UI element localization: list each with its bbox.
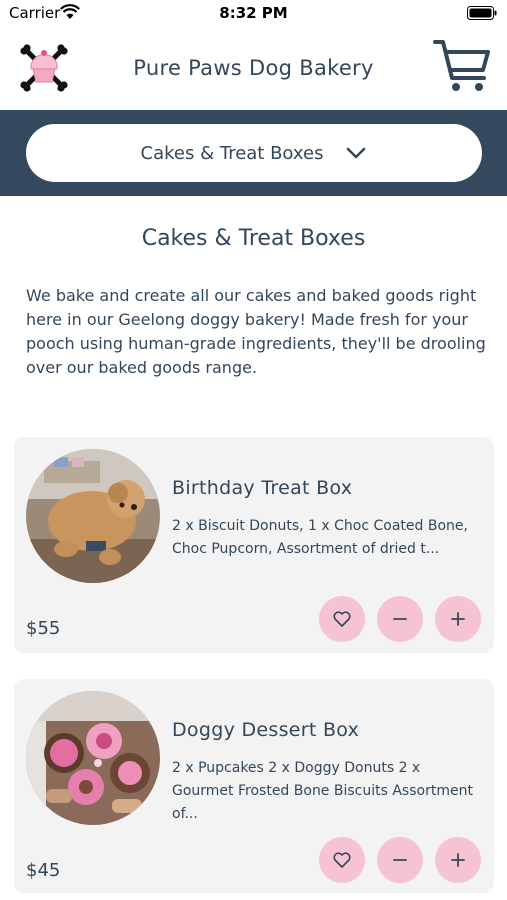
category-dropdown-label: Cakes & Treat Boxes	[140, 142, 324, 164]
increase-quantity-button[interactable]	[435, 596, 481, 642]
status-time: 8:32 PM	[219, 4, 288, 22]
product-price: $55	[26, 618, 61, 639]
favorite-button[interactable]	[319, 837, 365, 883]
decrease-quantity-button[interactable]	[377, 837, 423, 883]
decrease-quantity-button[interactable]	[377, 596, 423, 642]
chevron-down-icon	[347, 147, 366, 159]
category-dropdown[interactable]: Cakes & Treat Boxes	[26, 124, 482, 182]
category-band: Cakes & Treat Boxes	[0, 110, 507, 196]
product-description: 2 x Biscuit Donuts, 1 x Choc Coated Bone…	[172, 518, 468, 557]
increase-quantity-button[interactable]	[435, 837, 481, 883]
heart-icon	[333, 611, 351, 627]
product-description: 2 x Pupcakes 2 x Doggy Donuts 2 x Gourme…	[172, 760, 473, 822]
plus-icon	[451, 853, 465, 867]
product-image-dog	[26, 449, 160, 583]
product-name: Doggy Dessert Box	[172, 719, 360, 741]
minus-icon	[393, 618, 407, 620]
product-price: $45	[26, 860, 61, 881]
heart-icon	[333, 852, 351, 868]
battery-icon	[467, 6, 497, 20]
plus-icon	[451, 612, 465, 626]
cart-button[interactable]	[433, 38, 491, 94]
app-header: Pure Paws Dog Bakery	[0, 28, 507, 110]
page-title: Cakes & Treat Boxes	[141, 226, 366, 251]
cart-icon	[433, 40, 490, 91]
page-intro: We bake and create all our cakes and bak…	[26, 286, 486, 377]
favorite-button[interactable]	[319, 596, 365, 642]
product-card[interactable]: Doggy Dessert Box 2 x Pupcakes 2 x Doggy…	[14, 679, 494, 893]
minus-icon	[393, 859, 407, 861]
product-name: Birthday Treat Box	[172, 477, 353, 499]
app-title: Pure Paws Dog Bakery	[133, 56, 374, 80]
product-image-dessert	[26, 691, 160, 825]
product-card[interactable]: Birthday Treat Box 2 x Biscuit Donuts, 1…	[14, 437, 494, 653]
status-bar: Carrier 8:32 PM	[0, 0, 507, 28]
